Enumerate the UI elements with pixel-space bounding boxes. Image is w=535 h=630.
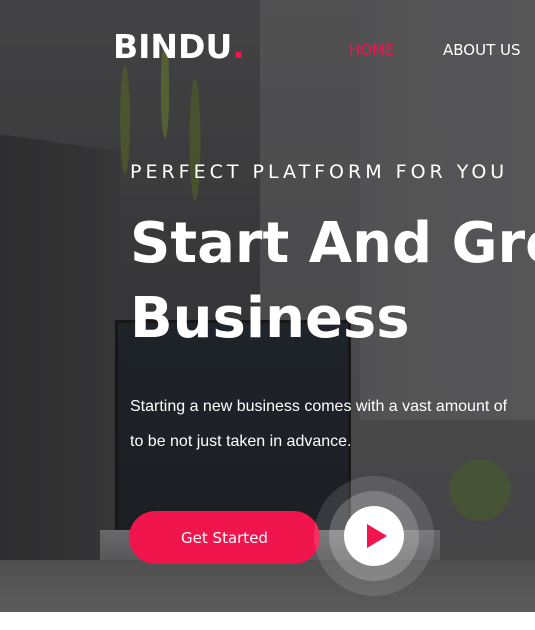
hero-headline: Start And Grow Your Business <box>130 206 535 356</box>
nav-item-home[interactable]: HOME <box>349 41 395 59</box>
description-line-2: to be not just taken in advance. <box>130 433 352 450</box>
headline-line-1: Start And Grow Your <box>130 211 535 276</box>
hero-tagline: PERFECT PLATFORM FOR YOU <box>130 161 509 183</box>
description-line-1: Starting a new business comes with a vas… <box>130 398 508 415</box>
play-video-button[interactable] <box>344 506 404 566</box>
headline-line-2: Business <box>130 286 410 351</box>
nav-item-about-us[interactable]: ABOUT US <box>443 41 521 59</box>
hero-description: Starting a new business comes with a vas… <box>130 389 507 459</box>
get-started-button[interactable]: Get Started <box>129 511 320 564</box>
play-icon <box>366 524 387 548</box>
hero-section: BINDU. HOME ABOUT US PERFECT PLATFORM FO… <box>0 0 535 612</box>
main-nav: HOME ABOUT US <box>0 41 535 61</box>
